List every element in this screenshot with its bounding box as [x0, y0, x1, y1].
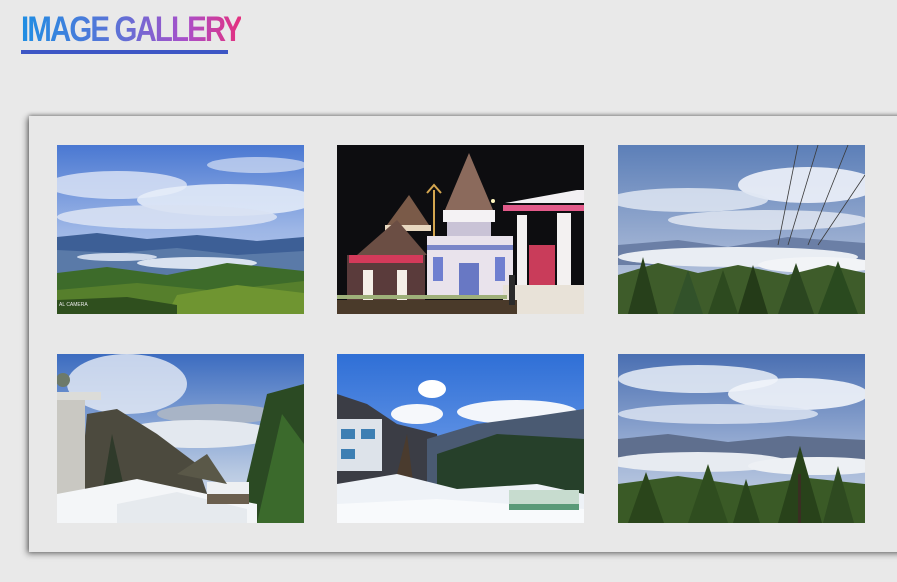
snow-hillside-image	[57, 354, 304, 523]
camera-watermark: AL CAMERA	[59, 302, 88, 308]
forest-clouds-image	[618, 145, 865, 314]
page: IMAGE GALLERY AL CAMERA	[0, 0, 897, 582]
mountain-valley-image	[57, 145, 304, 314]
gallery-photo-6[interactable]	[618, 354, 865, 523]
gallery-panel: AL CAMERA	[29, 116, 897, 552]
gallery-photo-4[interactable]	[57, 354, 304, 523]
title-underline	[21, 50, 228, 54]
gallery-photo-1[interactable]: AL CAMERA	[57, 145, 304, 314]
gallery-photo-5[interactable]	[337, 354, 584, 523]
temple-night-image	[337, 145, 584, 314]
gallery-photo-2[interactable]	[337, 145, 584, 314]
snow-village-image	[337, 354, 584, 523]
page-title: IMAGE GALLERY	[21, 8, 243, 52]
gallery-photo-3[interactable]	[618, 145, 865, 314]
pine-clouds-image	[618, 354, 865, 523]
